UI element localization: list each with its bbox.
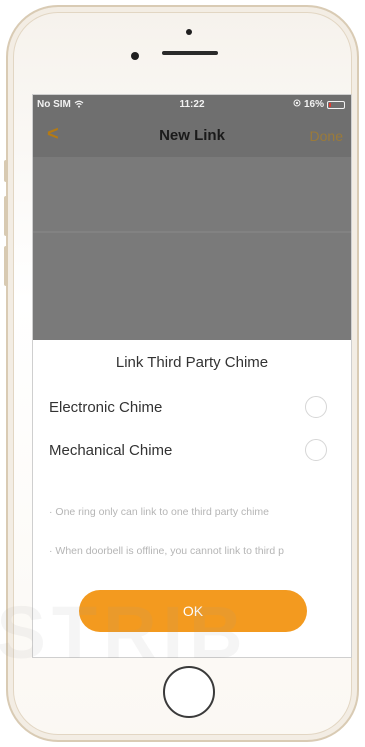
option-electronic-chime[interactable]: Electronic Chime: [49, 395, 329, 421]
phone-side-button: [4, 196, 8, 236]
sheet-title: Link Third Party Chime: [115, 354, 269, 371]
modal-backdrop[interactable]: [33, 157, 351, 340]
location-icon: [293, 99, 301, 110]
battery-percent: 16%: [303, 99, 324, 110]
battery-icon: [327, 100, 345, 109]
watermark: ISTRIB: [0, 591, 249, 674]
radio-button[interactable]: [305, 439, 327, 461]
screenshot-canvas: No SIM 11:22 16% < New Link Done Link Th…: [0, 0, 365, 747]
done-button[interactable]: Done: [310, 128, 343, 144]
radio-button[interactable]: [305, 396, 327, 418]
info-note: · One ring only can link to one third pa…: [49, 506, 270, 518]
phone-screen: No SIM 11:22 16% < New Link Done Link Th…: [32, 94, 352, 658]
page-title: New Link: [159, 127, 225, 144]
status-right: 16%: [293, 99, 345, 110]
earpiece: [162, 51, 218, 55]
backdrop-divider: [33, 231, 351, 233]
status-bar: No SIM 11:22 16%: [33, 95, 351, 115]
info-note: · When doorbell is offline, you cannot l…: [49, 545, 285, 557]
option-label: Electronic Chime: [49, 399, 163, 416]
front-camera: [131, 52, 139, 60]
navigation-bar: < New Link Done: [33, 115, 351, 157]
phone-side-button: [4, 160, 8, 182]
option-label: Mechanical Chime: [49, 442, 173, 459]
option-mechanical-chime[interactable]: Mechanical Chime: [49, 438, 329, 464]
camera-dot: [186, 29, 192, 35]
battery-level: [329, 102, 331, 107]
phone-side-button: [4, 246, 8, 286]
